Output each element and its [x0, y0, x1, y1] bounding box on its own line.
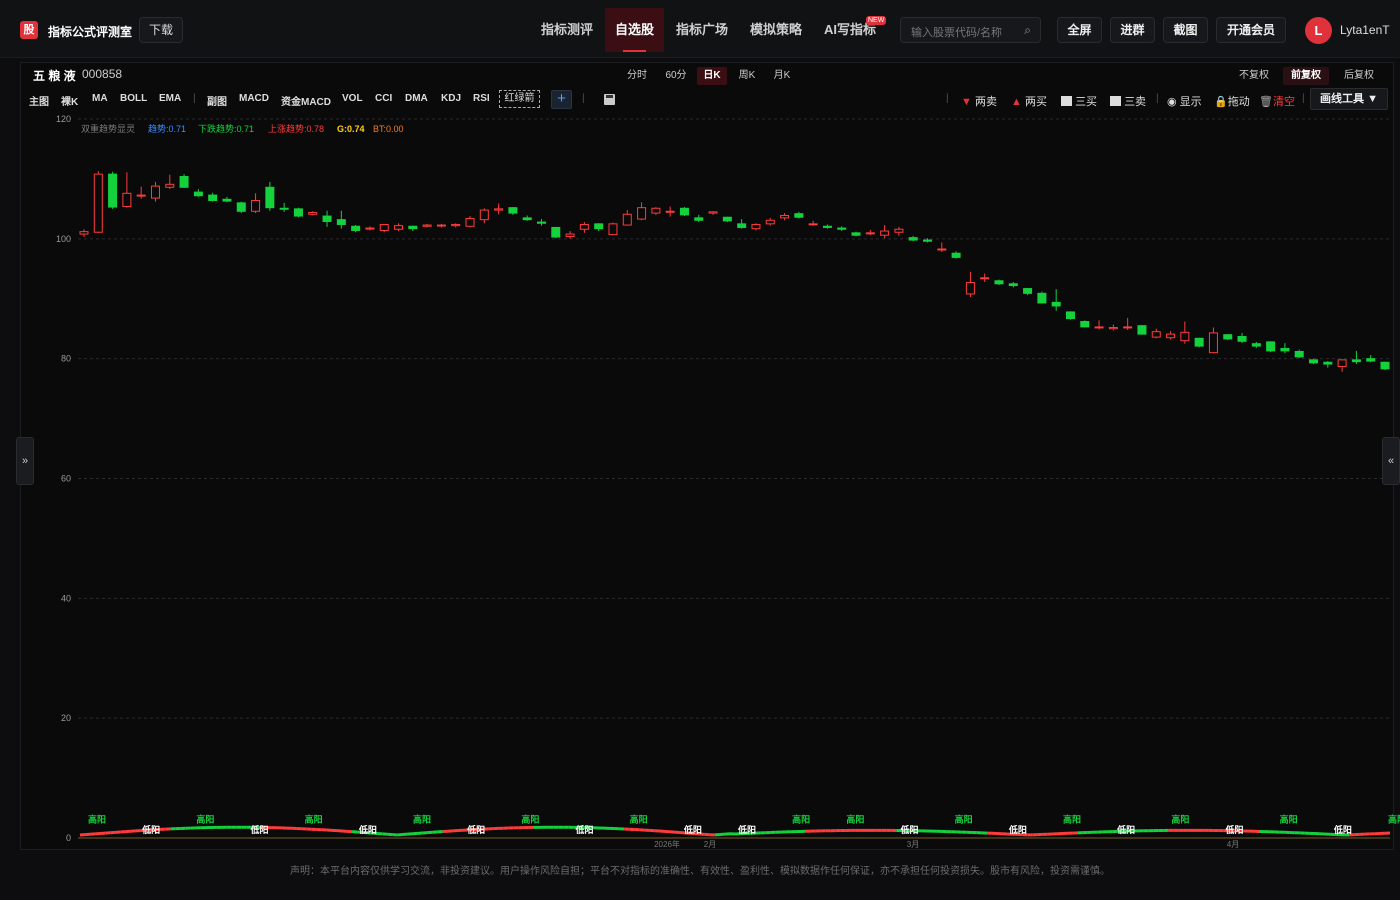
adjust-backward[interactable]: 后复权 — [1338, 67, 1380, 85]
add-indicator-button[interactable]: + — [551, 90, 572, 109]
triangle-down-icon: ▼ — [961, 96, 972, 108]
indicator-ema[interactable]: EMA — [159, 93, 181, 104]
join-group-button[interactable]: 进群 — [1110, 17, 1155, 43]
draw-three-sell[interactable]: 三卖 — [1110, 93, 1146, 109]
toggle-drag[interactable]: 🔒拖动 — [1214, 93, 1250, 109]
nav-ai-indicator[interactable]: AI写指标 — [816, 8, 884, 52]
screenshot-button[interactable]: 截图 — [1163, 17, 1208, 43]
toggle-show-label: 显示 — [1179, 96, 1202, 108]
period-tab-intraday[interactable]: 分时 — [623, 67, 651, 85]
indicator-cci[interactable]: CCI — [375, 93, 392, 104]
expand-left-handle[interactable]: » — [16, 437, 34, 485]
indicator-main-chart[interactable]: 主图 — [29, 93, 49, 108]
stock-name: 五 粮 液 — [33, 69, 76, 83]
indicator-dma[interactable]: DMA — [405, 93, 428, 104]
expand-right-handle[interactable]: « — [1382, 437, 1400, 485]
indicator-red-green-arrow[interactable]: 红绿箭 — [499, 90, 540, 108]
period-tab-daily[interactable]: 日K — [697, 67, 727, 85]
nav-sim-strategy[interactable]: 模拟策略 — [742, 8, 810, 52]
search-input[interactable]: 输入股票代码/名称 — [911, 24, 1002, 40]
toolbar-divider: | — [582, 93, 585, 104]
logo-icon: 股 — [20, 21, 38, 39]
toolbar-divider: | — [1302, 93, 1305, 104]
nav-indicator-review[interactable]: 指标测评 — [532, 8, 602, 52]
chart-panel — [20, 62, 1394, 850]
clear-drawings[interactable]: 🗑清空 — [1259, 93, 1295, 109]
indicator-fund-macd[interactable]: 资金MACD — [281, 93, 331, 108]
adjust-none[interactable]: 不复权 — [1233, 67, 1275, 85]
line-down-icon — [1110, 96, 1121, 106]
draw-two-sell-label: 两卖 — [974, 96, 997, 108]
brand-title: 指标公式评测室 — [48, 25, 133, 39]
indicator-kdj[interactable]: KDJ — [441, 93, 461, 104]
username[interactable]: Lyta1enT — [1340, 23, 1390, 37]
toolbar-divider: | — [193, 93, 196, 104]
indicator-bare-k[interactable]: 裸K — [61, 93, 78, 108]
period-tab-60min[interactable]: 60分 — [660, 67, 692, 85]
toolbar-divider: | — [946, 93, 949, 104]
avatar[interactable]: L — [1305, 17, 1332, 44]
draw-two-sell[interactable]: ▼ 两卖 — [961, 93, 997, 109]
new-badge: NEW — [866, 16, 887, 25]
adjust-forward[interactable]: 前复权 — [1283, 67, 1329, 85]
nav-active-underline — [623, 50, 646, 52]
top-bar: 股 指标公式评测室 下载 指标测评 自选股 指标广场 模拟策略 AI写指标 NE… — [0, 0, 1400, 58]
indicator-sub-chart[interactable]: 副图 — [207, 93, 227, 108]
fullscreen-button[interactable]: 全屏 — [1057, 17, 1102, 43]
indicator-ma[interactable]: MA — [92, 93, 108, 104]
line-up-icon — [1061, 96, 1072, 106]
trash-icon: 🗑 — [1259, 96, 1273, 108]
disclaimer-footer: 声明：本平台内容仅供学习交流，非投资建议。用户操作风险自担；平台不对指标的准确性… — [290, 866, 1110, 877]
nav-indicator-square[interactable]: 指标广场 — [668, 8, 736, 52]
lock-icon: 🔒 — [1214, 96, 1228, 108]
search-icon[interactable]: ⌕ — [1024, 23, 1031, 38]
draw-three-sell-label: 三卖 — [1124, 96, 1147, 108]
draw-two-buy[interactable]: ▲ 两买 — [1011, 93, 1047, 109]
vip-button[interactable]: 开通会员 — [1216, 17, 1286, 43]
draw-two-buy-label: 两买 — [1024, 96, 1047, 108]
period-tab-weekly[interactable]: 周K — [733, 67, 761, 85]
period-tab-monthly[interactable]: 月K — [768, 67, 796, 85]
nav-watchlist-label: 自选股 — [614, 22, 654, 37]
stock-search[interactable]: 输入股票代码/名称 ⌕ — [900, 17, 1041, 43]
indicator-rsi[interactable]: RSI — [473, 93, 490, 104]
stock-code: 000858 — [82, 67, 123, 81]
indicator-vol[interactable]: VOL — [342, 93, 363, 104]
indicator-macd[interactable]: MACD — [239, 93, 269, 104]
eye-icon: ◉ — [1167, 96, 1177, 108]
download-button[interactable]: 下载 — [139, 17, 183, 43]
nav-watchlist[interactable]: 自选股 — [605, 8, 664, 52]
draw-three-buy-label: 三买 — [1075, 96, 1098, 108]
draw-tool-dropdown[interactable]: 画线工具 ▼ — [1310, 88, 1388, 110]
save-icon[interactable] — [604, 94, 615, 105]
draw-three-buy[interactable]: 三买 — [1061, 93, 1097, 109]
triangle-up-icon: ▲ — [1011, 96, 1022, 108]
toggle-show[interactable]: ◉ 显示 — [1167, 93, 1202, 109]
clear-drawings-label: 清空 — [1272, 96, 1295, 108]
toolbar-divider: | — [1156, 93, 1159, 104]
indicator-boll[interactable]: BOLL — [120, 93, 147, 104]
toggle-drag-label: 拖动 — [1227, 96, 1250, 108]
